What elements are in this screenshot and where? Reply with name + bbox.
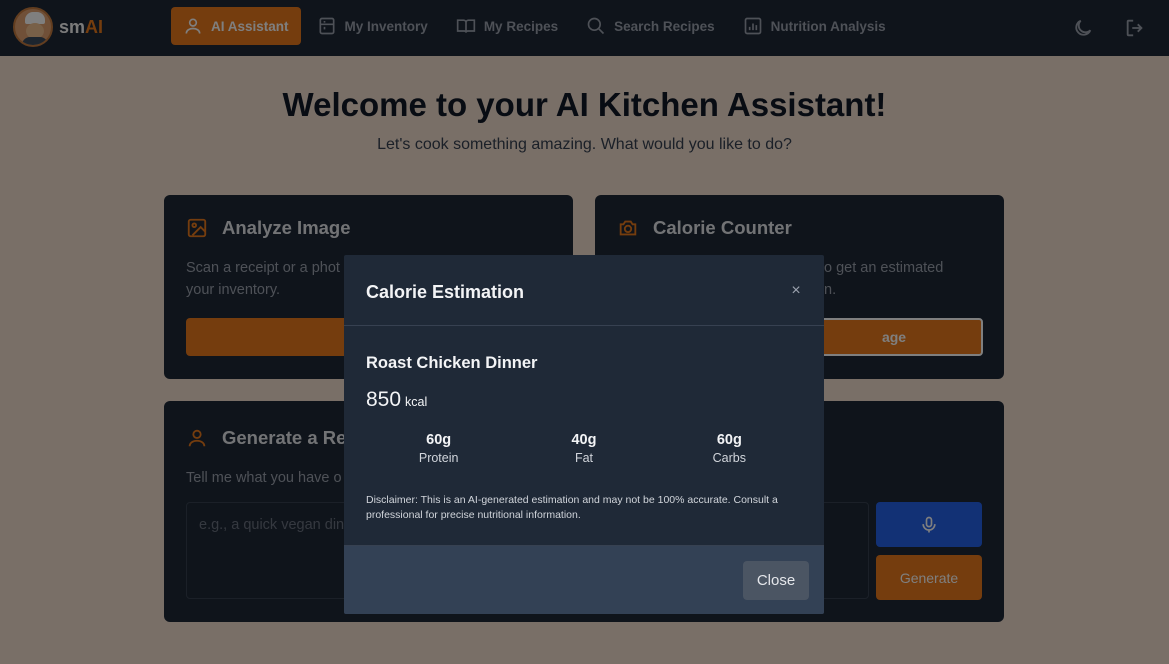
macro-breakdown: 60g Protein 40g Fat 60g Carbs — [366, 432, 802, 465]
macro-protein: 60g Protein — [418, 432, 459, 465]
modal-title: Calorie Estimation — [366, 282, 525, 302]
modal-footer: Close — [344, 545, 824, 614]
disclaimer-text: Disclaimer: This is an AI-generated esti… — [366, 494, 778, 521]
close-button[interactable]: Close — [743, 561, 809, 600]
macro-fat: 40g Fat — [571, 432, 597, 465]
calorie-value: 850 kcal — [366, 388, 428, 411]
modal-header: Calorie Estimation × — [344, 255, 824, 326]
close-icon[interactable]: × — [788, 283, 804, 299]
macro-carbs: 60g Carbs — [712, 432, 746, 465]
dish-name: Roast Chicken Dinner — [366, 354, 538, 372]
calorie-estimation-modal: Calorie Estimation × Roast Chicken Dinne… — [344, 255, 824, 614]
